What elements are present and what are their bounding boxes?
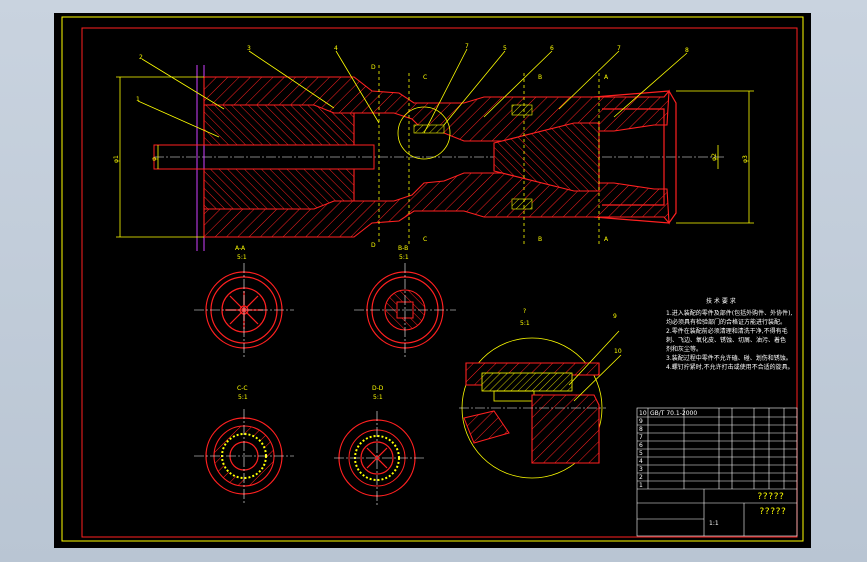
detail-view-title: ? [523,308,526,315]
part-label-1: 1 [136,96,140,103]
part-label-2: 2 [139,54,143,61]
section-view-c-c [194,409,294,503]
bom-row-6-no: 6 [639,442,643,449]
section-mark-c-bottom: C [423,236,427,243]
note-line-3: 2.零件在装配前必须清理和清洗干净,不得有毛 [666,327,788,335]
bom-row-9-no: 9 [639,418,643,425]
bom-row-2-no: 2 [639,474,643,481]
main-section-view [116,48,754,251]
part-label-8: 8 [685,47,689,54]
part-label-7: 7 [617,45,621,52]
note-line-6: 3.装配过程中零件不允许磕、碰、划伤和锈蚀。 [666,354,792,362]
dimension-right: φ3 [742,155,749,163]
bom-row-7-no: 7 [639,434,643,441]
title-block-scale: 1:1 [709,520,719,527]
part-label-3: 3 [247,45,251,52]
section-title-b-b: B-B [398,245,408,252]
section-mark-b: B [538,74,542,81]
dimension-left: φ1 [113,155,120,163]
section-mark-a-bottom: A [604,236,609,243]
detail-view-scale: 5:1 [520,320,530,327]
note-line-5: 剂和灰尘等。 [666,345,702,353]
notes-title: 技 术 要 求 [706,297,736,305]
dimension-right-inner: φ2 [711,153,718,161]
part-label-5: 5 [503,45,507,52]
part-label-4: 4 [334,45,338,52]
section-scale-a-a: 5:1 [237,254,247,261]
cad-viewport[interactable]: 2 1 3 4 7 5 6 7 8 D C B A D C B A φ1 φ φ… [54,13,811,548]
title-block-name-1: ????? [757,492,784,502]
note-line-1: 1.进入装配的零件及部件(包括外购件、外协件), [666,309,792,317]
note-line-2: 均必须具有检验部门的合格证方能进行装配。 [666,318,786,326]
bom-row-3-no: 3 [639,466,643,473]
section-mark-b-bottom: B [538,236,542,243]
section-mark-d: D [371,64,376,71]
section-scale-c-c: 5:1 [238,394,248,401]
dimension-inner: φ [151,157,158,161]
section-scale-b-b: 5:1 [399,254,409,261]
section-mark-a: A [604,74,609,81]
part-label-6: 6 [550,45,554,52]
bom-row-8-no: 8 [639,426,643,433]
section-view-a-a [194,263,294,357]
section-title-d-d: D-D [372,385,384,392]
part-label-10: 10 [614,348,622,355]
note-line-7: 4.螺钉拧紧时,不允许打击或使用不合适的旋具。 [666,363,794,371]
outer-frame [61,16,804,542]
note-line-4: 刺、飞边、氧化皮、锈蚀、切屑、油污、着色 [666,336,786,344]
bom-row-10-no: 10 [639,410,647,417]
section-title-a-a: A-A [235,245,246,252]
bom-row-10-std: GB/T 70.1-2000 [650,410,697,417]
part-label-7a: 7 [465,43,469,50]
section-title-c-c: C-C [237,385,248,392]
section-mark-d-bottom: D [371,242,376,249]
title-block-name-2: ????? [759,507,786,517]
bom-row-5-no: 5 [639,450,643,457]
bom-row-1-no: 1 [639,482,643,489]
detail-view [459,330,622,479]
section-view-d-d [334,411,424,505]
section-mark-c: C [423,74,427,81]
section-scale-d-d: 5:1 [373,394,383,401]
part-label-9: 9 [613,313,617,320]
cad-drawing: 2 1 3 4 7 5 6 7 8 D C B A D C B A φ1 φ φ… [61,16,804,542]
bom-row-4-no: 4 [639,458,643,465]
section-view-b-b [354,263,456,357]
